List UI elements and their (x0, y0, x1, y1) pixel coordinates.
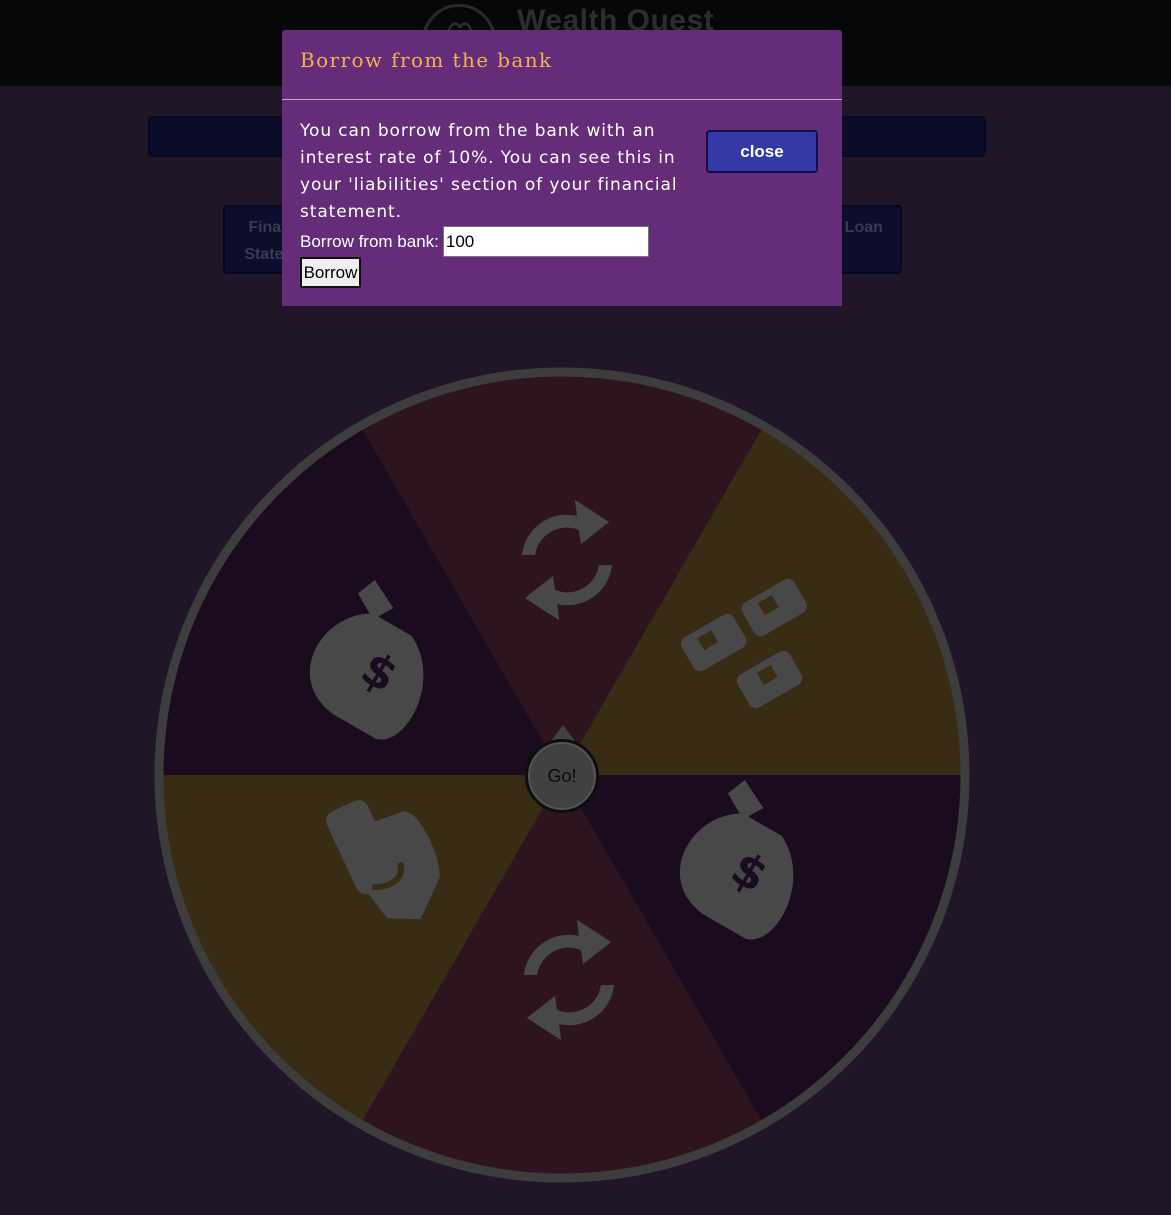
close-button[interactable]: close (706, 130, 818, 173)
borrow-button[interactable]: Borrow (300, 257, 361, 288)
borrow-field-label: Borrow from bank: (300, 231, 439, 251)
borrow-field-row: Borrow from bank: (300, 226, 649, 257)
modal-description: You can borrow from the bank with an int… (300, 121, 678, 222)
borrow-amount-input[interactable] (442, 226, 649, 257)
borrow-modal: Borrow from the bank You can borrow from… (282, 30, 842, 306)
spin-go-button[interactable]: Go! (525, 739, 599, 813)
modal-title: Borrow from the bank (300, 48, 553, 72)
modal-divider (282, 99, 842, 100)
